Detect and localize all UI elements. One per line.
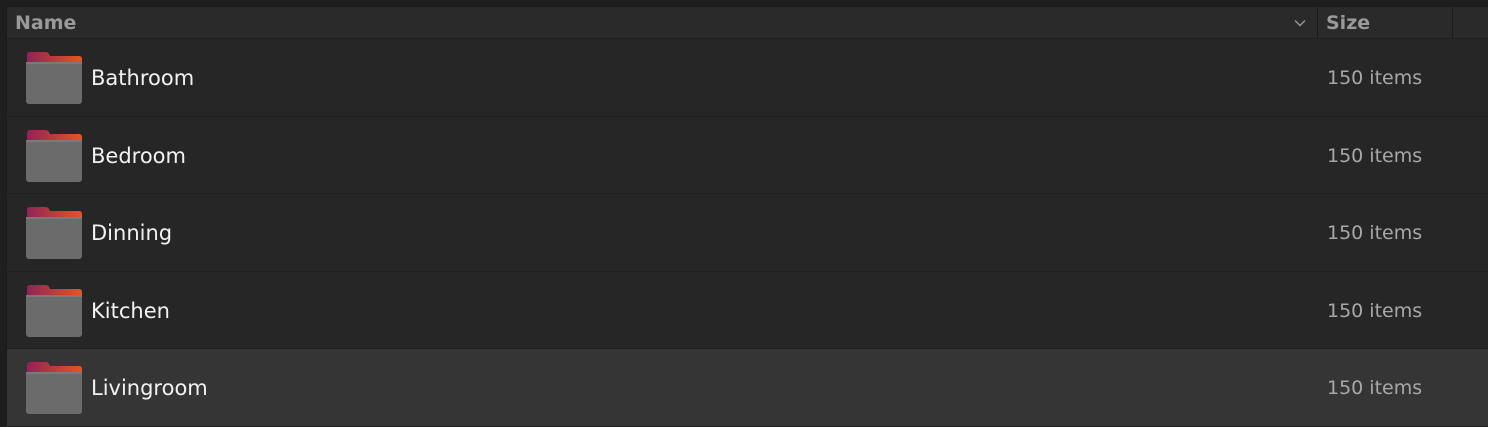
column-header: Name Size	[7, 7, 1488, 39]
file-name: Kitchen	[91, 298, 170, 323]
file-name: Dinning	[91, 221, 173, 245]
folder-icon	[26, 52, 82, 104]
file-list-view: Name Size Bathroom 150 items Bedroom 150…	[6, 6, 1488, 427]
folder-icon	[26, 129, 82, 182]
folder-icon	[26, 362, 82, 414]
file-size: 150 items	[1327, 222, 1423, 244]
size-column-header[interactable]: Size	[1318, 7, 1453, 38]
name-column-header[interactable]: Name	[7, 7, 1318, 38]
file-size: 150 items	[1327, 144, 1423, 167]
file-name: Livingroom	[91, 376, 208, 400]
file-list: Bathroom 150 items Bedroom 150 items Din…	[7, 39, 1488, 427]
name-column-label: Name	[15, 12, 77, 34]
file-size: 150 items	[1327, 67, 1423, 89]
file-name: Bathroom	[91, 66, 195, 90]
list-item[interactable]: Livingroom 150 items	[7, 349, 1488, 427]
list-item[interactable]: Kitchen 150 items	[7, 271, 1488, 349]
chevron-down-icon[interactable]	[1293, 16, 1307, 30]
folder-icon	[26, 284, 82, 337]
file-name: Bedroom	[91, 143, 186, 168]
list-item[interactable]: Bedroom 150 items	[7, 116, 1488, 194]
list-item[interactable]: Bathroom 150 items	[7, 39, 1488, 117]
size-column-label: Size	[1326, 12, 1371, 34]
list-item[interactable]: Dinning 150 items	[7, 194, 1488, 272]
file-size: 150 items	[1327, 299, 1423, 322]
file-size: 150 items	[1327, 377, 1423, 399]
folder-icon	[26, 207, 82, 259]
